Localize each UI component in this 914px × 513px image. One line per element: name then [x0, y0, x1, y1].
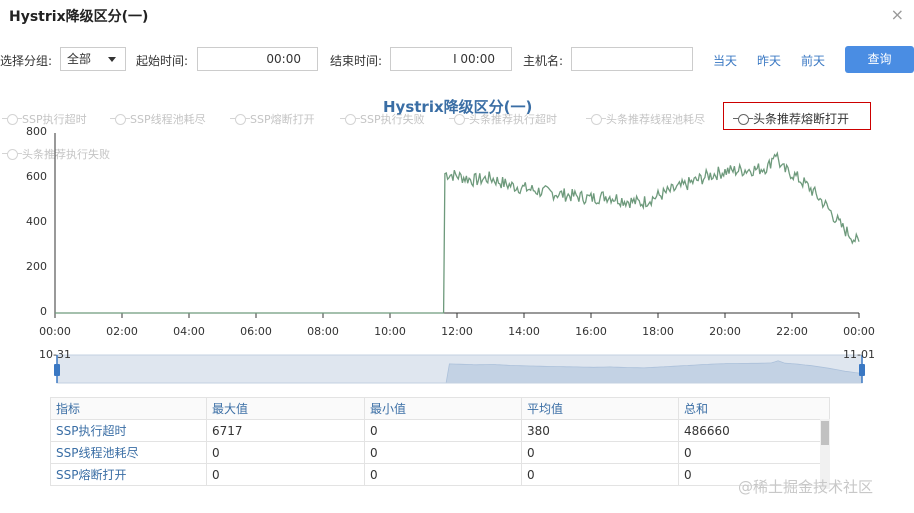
datazoom-start-label: 10-31: [39, 348, 71, 361]
table-cell: 380: [521, 419, 679, 442]
x-tick-label: 00:00: [39, 325, 71, 338]
metric-name-cell: SSP线程池耗尽: [50, 441, 207, 464]
table-cell: 0: [678, 441, 830, 464]
table-scrollbar-thumb[interactable]: [821, 421, 829, 445]
x-tick-label: 14:00: [508, 325, 540, 338]
table-cell: 0: [206, 441, 365, 464]
line-chart: [54, 133, 865, 384]
x-tick-label: 10:00: [374, 325, 406, 338]
x-tick-label: 18:00: [642, 325, 674, 338]
x-tick-label: 00:00: [843, 325, 875, 338]
x-tick-label: 02:00: [106, 325, 138, 338]
table-cell: 0: [364, 463, 522, 486]
column-header: 总和: [678, 397, 830, 420]
metric-name-cell: SSP熔断打开: [50, 463, 207, 486]
datazoom-end-label: 11-01: [843, 348, 875, 361]
table-cell: 0: [206, 463, 365, 486]
table-cell: 6717: [206, 419, 365, 442]
table-cell: 0: [364, 441, 522, 464]
datazoom-window: [56, 354, 863, 384]
table-header-row: 指标 最大值 最小值 平均值 总和: [50, 397, 830, 420]
column-header: 最大值: [206, 397, 365, 420]
x-tick-label: 08:00: [307, 325, 339, 338]
table-row: SSP执行超时 6717 0 380 486660: [50, 419, 830, 442]
metric-name-cell: SSP执行超时: [50, 419, 207, 442]
column-header: 最小值: [364, 397, 522, 420]
stats-table: 指标 最大值 最小值 平均值 总和 SSP执行超时 6717 0 380 486…: [50, 397, 830, 486]
table-row: SSP熔断打开 0 0 0 0: [50, 463, 830, 486]
table-cell: 0: [521, 441, 679, 464]
x-tick-label: 06:00: [240, 325, 272, 338]
x-tick-label: 16:00: [575, 325, 607, 338]
x-tick-label: 22:00: [776, 325, 808, 338]
table-row: SSP线程池耗尽 0 0 0 0: [50, 441, 830, 464]
table-cell: 486660: [678, 419, 830, 442]
x-tick-label: 04:00: [173, 325, 205, 338]
column-header: 平均值: [521, 397, 679, 420]
x-axis-ticks: [54, 313, 860, 318]
table-cell: 0: [364, 419, 522, 442]
watermark: @稀土掘金技术社区: [738, 478, 874, 496]
series-line-toutiao-circuit-open: [55, 151, 860, 314]
x-tick-label: 12:00: [441, 325, 473, 338]
column-header: 指标: [50, 397, 207, 420]
table-cell: 0: [521, 463, 679, 486]
x-tick-label: 20:00: [709, 325, 741, 338]
